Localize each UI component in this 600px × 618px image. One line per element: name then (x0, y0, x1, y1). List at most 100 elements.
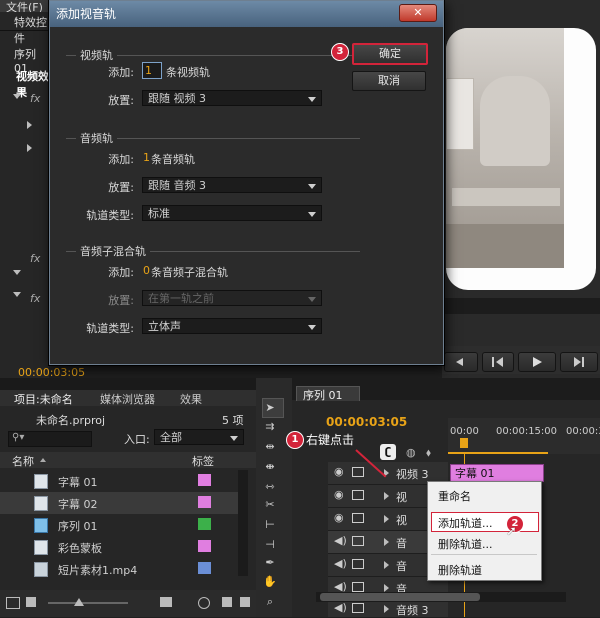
speaker-icon[interactable]: ◀) (334, 557, 347, 570)
cancel-button[interactable]: 取消 (352, 71, 426, 91)
find-icon[interactable] (198, 597, 210, 609)
submix-count-input[interactable]: 0 (143, 264, 150, 277)
color-matte-icon (34, 540, 48, 555)
lock-icon[interactable] (352, 467, 364, 477)
tab-media-browser[interactable]: 媒体浏览器 (100, 391, 155, 407)
menu-item-add-tracks[interactable]: 添加轨道... (438, 515, 493, 531)
expand-icon[interactable] (27, 144, 32, 152)
new-item-icon[interactable] (240, 597, 250, 607)
lock-icon[interactable] (352, 559, 364, 569)
timeline-clip[interactable]: 字幕 01 (450, 464, 544, 482)
expand-icon[interactable] (13, 292, 21, 297)
step-forward-button[interactable] (560, 352, 598, 372)
list-view-icon[interactable] (6, 597, 20, 609)
expand-icon[interactable] (13, 270, 21, 275)
step-back-button[interactable] (444, 352, 478, 372)
speaker-icon[interactable]: ◀) (334, 534, 347, 547)
tab-effects[interactable]: 效果 (180, 391, 202, 407)
hand-tool-icon[interactable]: ✋ (262, 575, 278, 589)
add-marker-icon[interactable]: ⬧ (426, 446, 431, 460)
zoom-tool-icon[interactable]: ⌕ (262, 595, 278, 609)
selection-tool-icon[interactable]: ➤ (262, 401, 278, 415)
lock-icon[interactable] (352, 582, 364, 592)
close-button[interactable]: ✕ (399, 4, 437, 22)
expand-icon[interactable] (13, 94, 21, 99)
timeline-timecode[interactable]: 00:00:03:05 (326, 415, 407, 429)
eye-icon[interactable]: ◉ (334, 465, 344, 478)
expand-icon[interactable] (384, 538, 389, 546)
audio-count-input[interactable]: 1 (143, 151, 150, 164)
item-name: 短片素材1.mp4 (58, 564, 138, 577)
project-file-name: 未命名.prproj (36, 414, 106, 427)
timeline-scrollbar[interactable] (316, 592, 566, 602)
speaker-icon[interactable]: ◀) (334, 601, 347, 614)
track-header[interactable]: ◀) 音频 3 (328, 600, 448, 617)
audio-place-select[interactable]: 跟随 音频 3 (142, 177, 322, 193)
lock-icon[interactable] (352, 536, 364, 546)
razor-tool-icon[interactable]: ✂ (262, 498, 278, 512)
submix-track-group: 音频子混合轨 添加: 0 条音频子混合轨 放置: 在第一轨之前 轨道类型: 立体… (66, 243, 360, 342)
snap-icon[interactable]: ʗ (380, 444, 396, 460)
list-item[interactable]: 彩色蒙板 (0, 536, 240, 558)
video-place-value: 跟随 视频 3 (148, 92, 206, 105)
context-menu: 重命名 添加轨道... 删除轨道... 删除轨道 (427, 481, 542, 581)
audio-place-value: 跟随 音频 3 (148, 179, 206, 192)
rolling-edit-tool-icon[interactable]: ⇼ (262, 460, 278, 474)
monitor-scrub-bar[interactable] (442, 298, 600, 314)
col-label[interactable]: 标签 (192, 453, 214, 469)
label-swatch (198, 474, 211, 486)
play-back-button[interactable] (482, 352, 514, 372)
expand-icon[interactable] (27, 121, 32, 129)
automate-icon[interactable] (160, 597, 172, 607)
work-area-bar[interactable] (448, 452, 548, 454)
expand-icon[interactable] (384, 492, 389, 500)
play-button[interactable] (518, 352, 556, 372)
menu-item-delete-tracks[interactable]: 删除轨道... (438, 536, 493, 552)
zoom-slider[interactable] (48, 602, 128, 604)
ripple-edit-tool-icon[interactable]: ⇹ (262, 440, 278, 454)
expand-icon[interactable] (384, 515, 389, 523)
submix-type-select[interactable]: 立体声 (142, 318, 322, 334)
item-name: 序列 01 (58, 520, 98, 533)
chevron-down-icon (308, 97, 316, 102)
video-place-select[interactable]: 跟随 视频 3 (142, 90, 322, 106)
lock-icon[interactable] (352, 490, 364, 500)
icon-view-icon[interactable] (26, 597, 36, 607)
list-item[interactable]: 字幕 02 (0, 492, 240, 514)
chevron-down-icon (308, 212, 316, 217)
rate-stretch-tool-icon[interactable]: ⇿ (262, 480, 278, 494)
list-item[interactable]: 序列 01 (0, 514, 240, 536)
entry-select[interactable]: 全部 (154, 429, 244, 445)
zoom-thumb-icon[interactable] (74, 598, 84, 606)
list-item[interactable]: 字幕 01 (0, 470, 240, 492)
eye-icon[interactable]: ◉ (334, 511, 344, 524)
slide-tool-icon[interactable]: ⊣ (262, 538, 278, 552)
menu-item-delete-track[interactable]: 删除轨道 (438, 562, 482, 578)
col-name[interactable]: 名称 (12, 453, 34, 469)
slip-tool-icon[interactable]: ⊢ (262, 518, 278, 532)
track-select-tool-icon[interactable]: ⇉ (262, 420, 278, 434)
pen-tool-icon[interactable]: ✒ (262, 556, 278, 570)
expand-icon[interactable] (384, 561, 389, 569)
lock-icon[interactable] (352, 513, 364, 523)
program-monitor-frame (446, 28, 596, 290)
playhead-icon[interactable] (460, 438, 468, 448)
ok-button[interactable]: 确定 (352, 43, 428, 65)
video-preview (446, 28, 564, 268)
video-count-input[interactable]: 1 (142, 62, 162, 79)
new-bin-icon[interactable] (222, 597, 232, 607)
project-scrollbar[interactable] (238, 470, 248, 576)
marker-icon[interactable]: ◍ (406, 446, 416, 459)
audio-type-select[interactable]: 标准 (142, 205, 322, 221)
lock-icon[interactable] (352, 603, 364, 613)
timeline-tab[interactable]: 序列 01 (296, 386, 360, 402)
list-item[interactable]: 短片素材1.mp4 (0, 558, 240, 580)
expand-icon[interactable] (384, 584, 389, 592)
menu-item-rename[interactable]: 重命名 (438, 488, 471, 504)
video-place-label: 放置: (108, 94, 134, 107)
eye-icon[interactable]: ◉ (334, 488, 344, 501)
search-input[interactable]: ⚲▾ (8, 431, 92, 447)
timeline-ruler[interactable]: 00:00 00:00:15:00 00:00:30 (448, 418, 600, 454)
tab-project[interactable]: 项目:未命名 (14, 391, 73, 407)
expand-icon[interactable] (384, 605, 389, 613)
